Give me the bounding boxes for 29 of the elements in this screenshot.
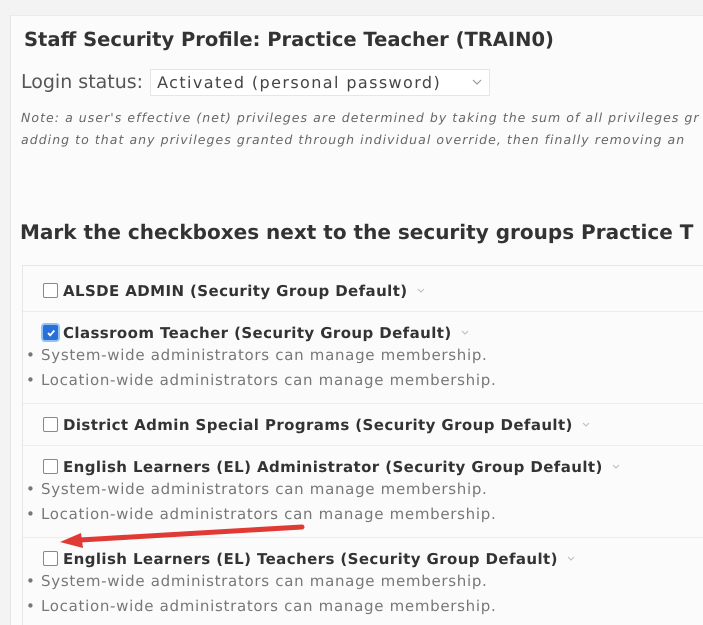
- checkbox[interactable]: [43, 551, 58, 566]
- group-label: English Learners (EL) Administrator (Security Group Default): [63, 458, 603, 476]
- note-text: adding to that any privileges granted through individual override, then finally removing an: [21, 131, 686, 149]
- caret-icon[interactable]: [566, 556, 575, 562]
- membership-note: • System-wide administrators can manage membership.: [25, 345, 489, 366]
- group-label: District Admin Special Programs (Security Group Default): [63, 416, 573, 434]
- caret-icon[interactable]: [416, 288, 425, 294]
- membership-note: • Location-wide administrators can manage membership.: [25, 370, 498, 391]
- checkbox[interactable]: [43, 459, 58, 474]
- group-label: English Learners (EL) Teachers (Security Group Default): [63, 550, 558, 568]
- caret-icon[interactable]: [460, 330, 469, 336]
- page-title: Staff Security Profile: Practice Teacher (TRAIN0): [24, 28, 555, 52]
- membership-note: • System-wide administrators can manage membership.: [25, 479, 489, 500]
- checkbox[interactable]: [43, 417, 58, 432]
- membership-note: • Location-wide administrators can manage membership.: [25, 596, 498, 617]
- membership-note: • System-wide administrators can manage membership.: [25, 571, 489, 592]
- note-text: Note: a user's effective (net) privileges are determined by taking the sum of all privileges gr: [21, 109, 701, 127]
- login-status-label: Login status:: [21, 71, 144, 93]
- check-icon: [46, 328, 56, 338]
- chevron-down-icon: [471, 78, 484, 86]
- caret-icon[interactable]: [582, 422, 590, 428]
- login-status-dropdown[interactable]: Activated (personal password): [150, 68, 490, 96]
- checkbox[interactable]: [43, 283, 58, 298]
- section-heading: Mark the checkboxes next to the security groups Practice T: [20, 219, 694, 245]
- group-label: Classroom Teacher (Security Group Default): [63, 324, 452, 342]
- checkbox[interactable]: [43, 325, 58, 340]
- membership-note: • Location-wide administrators can manage membership.: [25, 504, 498, 525]
- group-label: ALSDE ADMIN (Security Group Default): [63, 282, 408, 300]
- caret-icon[interactable]: [612, 464, 620, 470]
